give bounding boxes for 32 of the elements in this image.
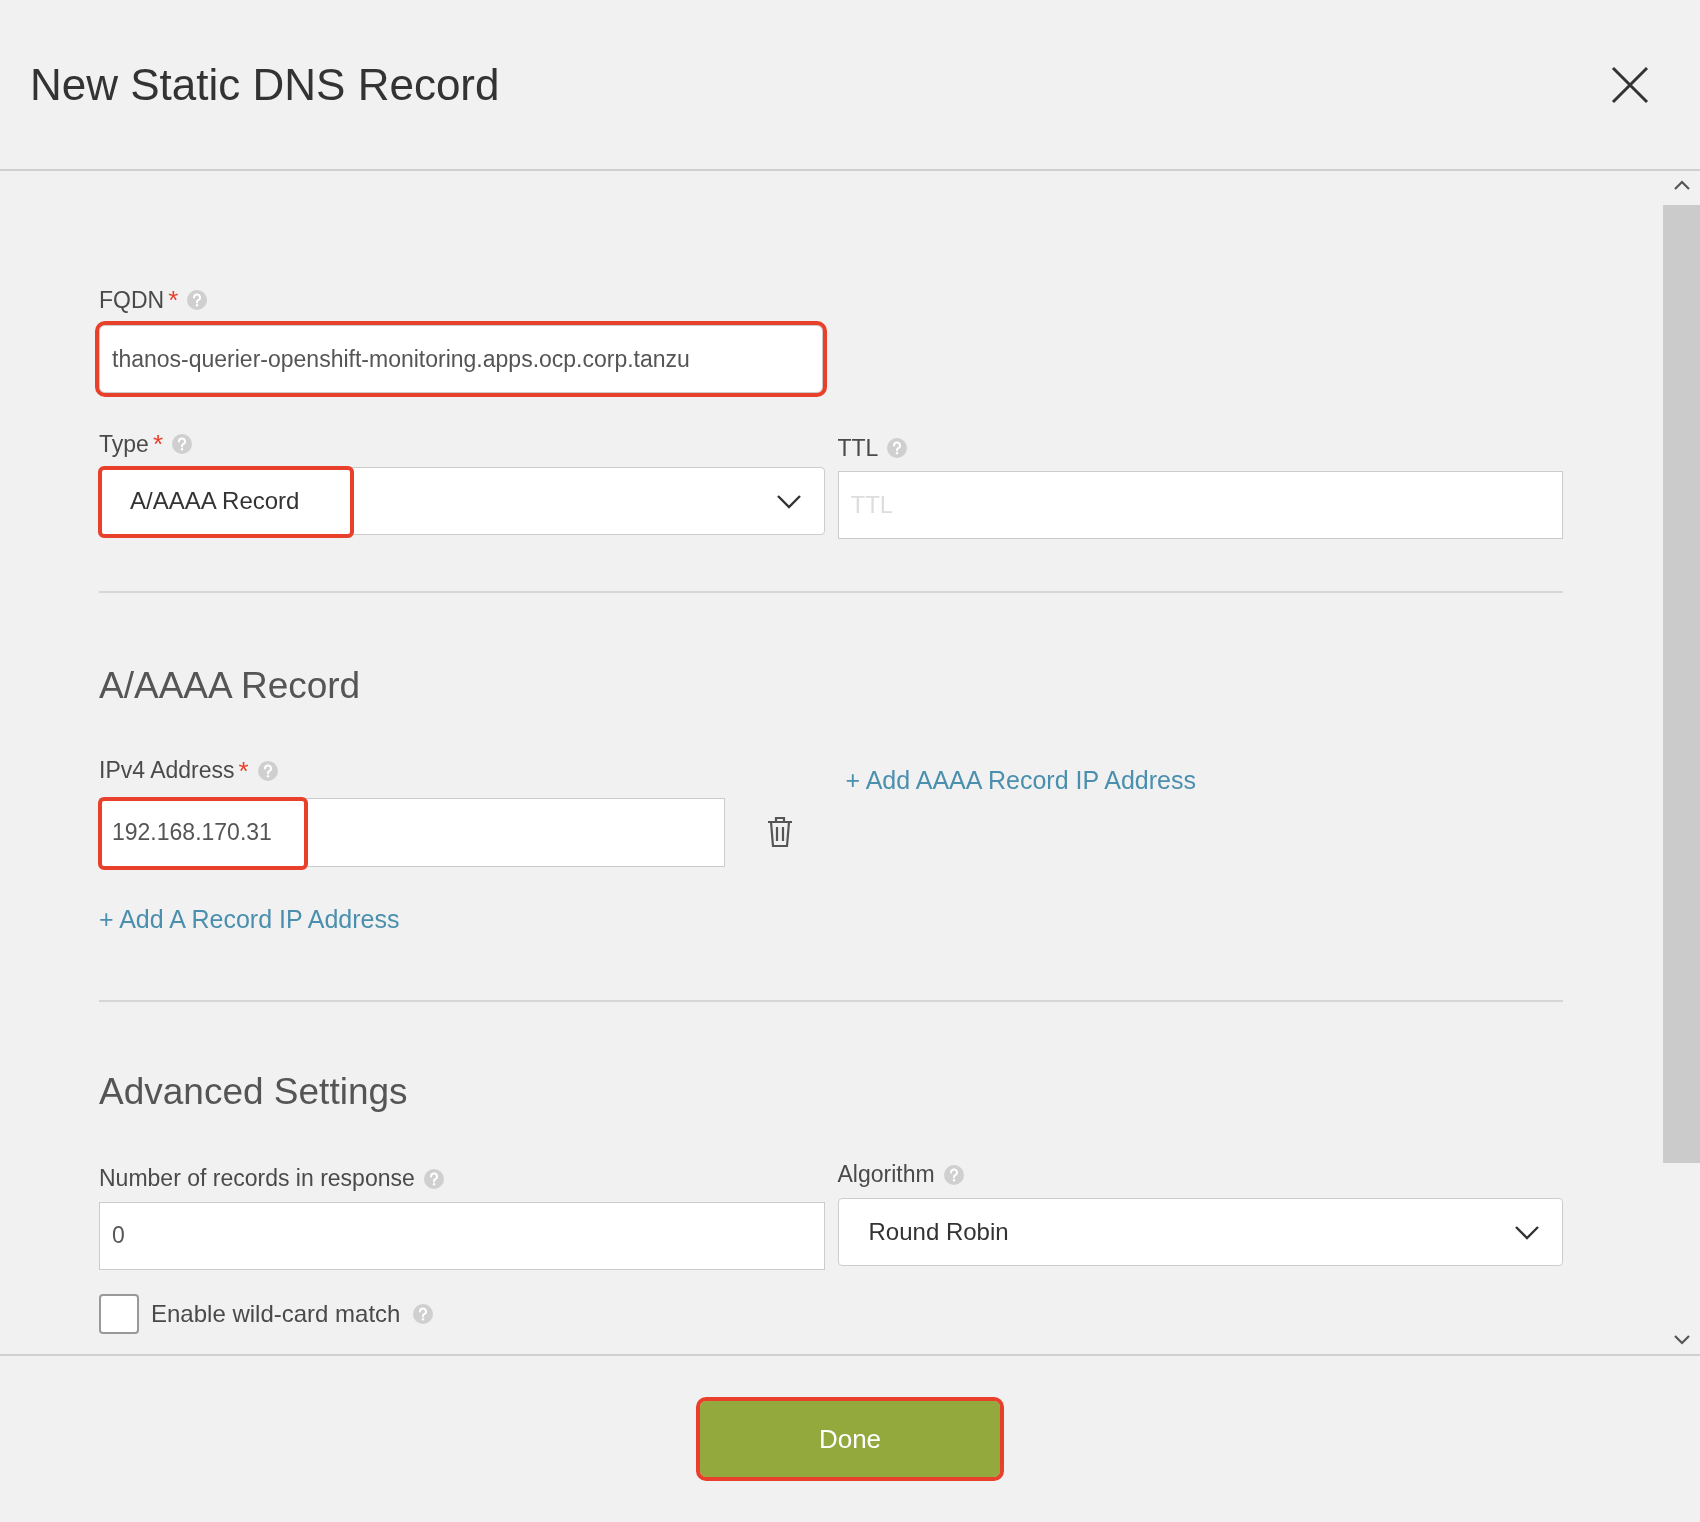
required-mark: * xyxy=(238,757,249,784)
scroll-down-icon[interactable] xyxy=(1672,1334,1691,1346)
field-label: Type xyxy=(99,429,149,459)
records-input[interactable]: 0 xyxy=(99,1201,825,1270)
field-label: Algorithm xyxy=(837,1160,935,1190)
field-label: TTL xyxy=(837,433,879,463)
chevron-down-icon xyxy=(1514,1223,1540,1240)
help-icon[interactable] xyxy=(171,433,193,455)
help-icon[interactable] xyxy=(186,289,209,311)
section-heading: Advanced Settings xyxy=(99,1070,409,1114)
type-select[interactable]: A/AAAA Record xyxy=(99,467,825,535)
help-icon[interactable] xyxy=(422,1167,445,1190)
wildcard-checkbox[interactable] xyxy=(99,1293,139,1334)
help-icon[interactable] xyxy=(942,1163,965,1186)
field-label: Number of records in response xyxy=(99,1164,415,1194)
help-icon[interactable] xyxy=(886,437,909,459)
dialog-title: New Static DNS Record xyxy=(30,58,500,111)
section-heading: A/AAAA Record xyxy=(99,664,362,708)
required-mark: * xyxy=(152,431,163,457)
help-icon[interactable] xyxy=(412,1302,435,1325)
help-icon[interactable] xyxy=(256,759,279,782)
close-icon[interactable] xyxy=(1610,64,1650,105)
trash-icon[interactable] xyxy=(765,815,795,849)
field-label: FQDN xyxy=(99,285,165,315)
required-mark: * xyxy=(168,287,179,313)
field-label: IPv4 Address xyxy=(99,756,235,786)
ipv4-input[interactable]: 192.168.170.31 xyxy=(99,797,725,867)
scrollbar-thumb[interactable] xyxy=(1663,205,1700,1163)
chevron-down-icon xyxy=(775,493,802,509)
checkbox-label: Enable wild-card match xyxy=(151,1298,401,1329)
algorithm-select[interactable]: Round Robin xyxy=(837,1197,1563,1266)
scroll-up-icon[interactable] xyxy=(1672,179,1691,191)
